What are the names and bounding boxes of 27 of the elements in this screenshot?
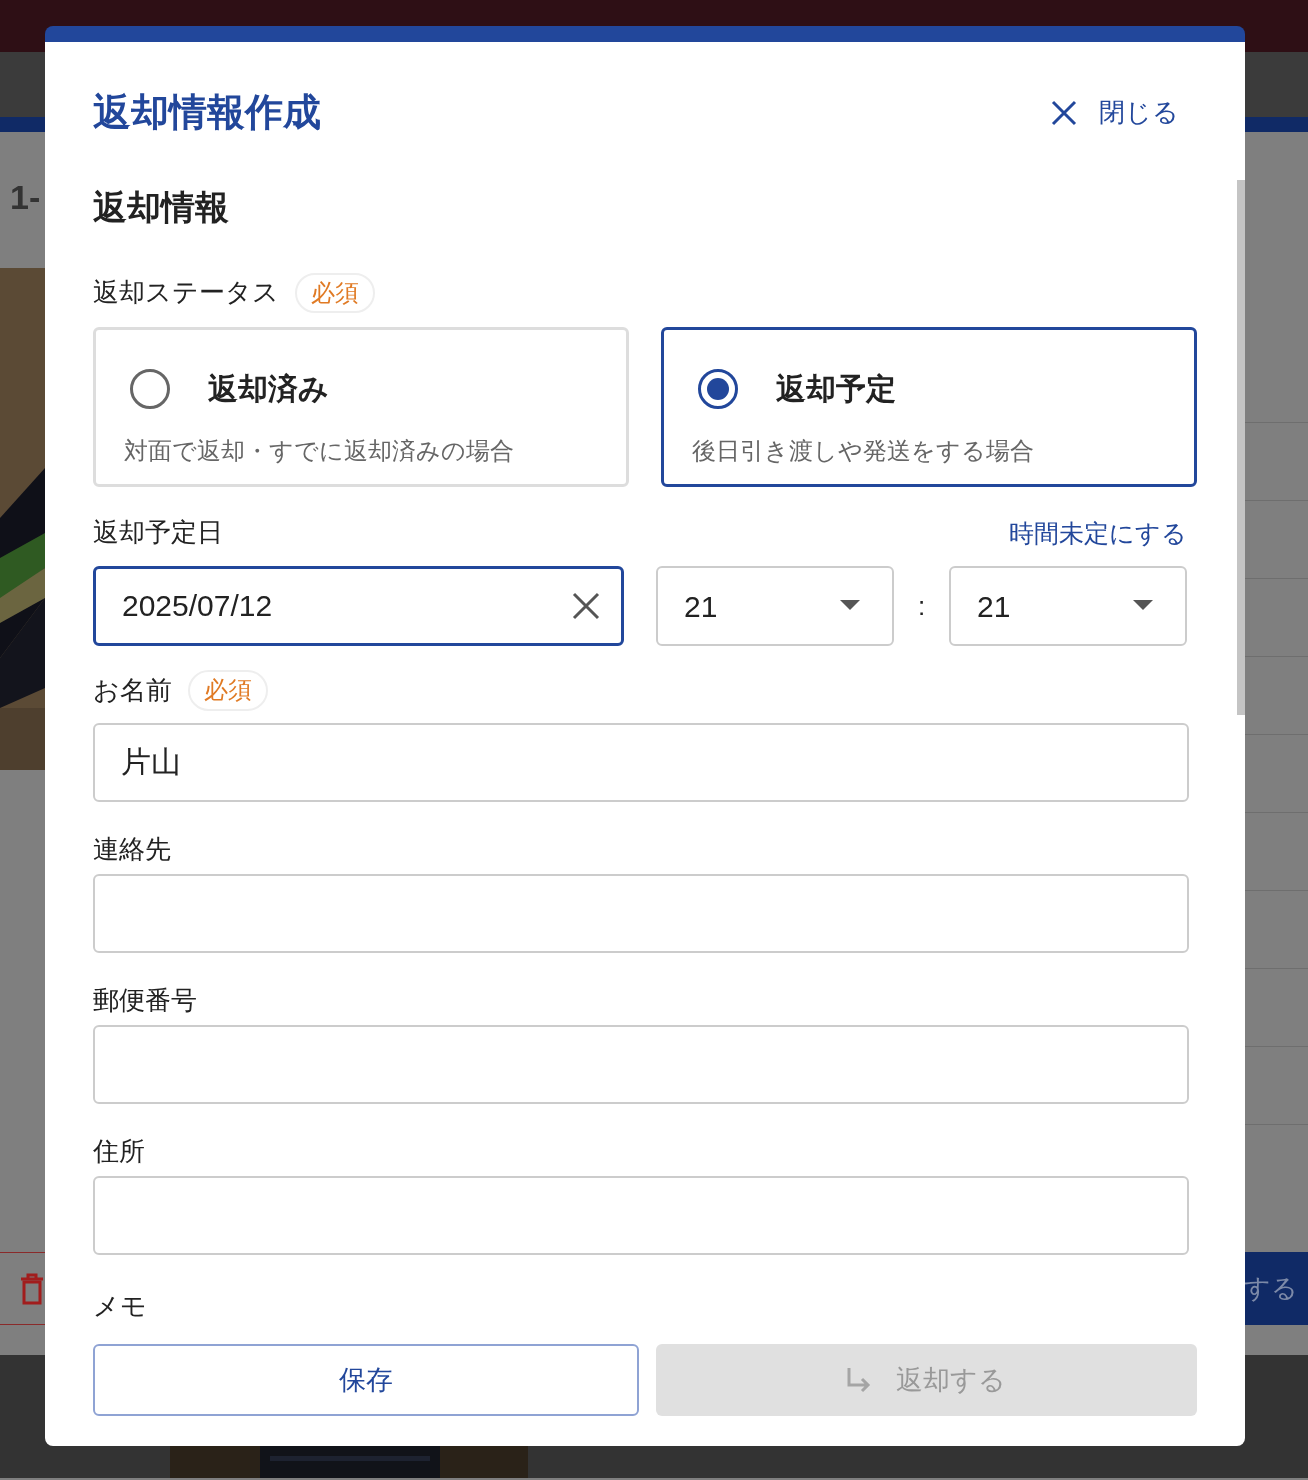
save-button[interactable]: 保存 (93, 1344, 639, 1417)
field-label: 連絡先 (93, 832, 171, 866)
required-tag: 必須 (295, 272, 375, 314)
field-label: 住所 (93, 1134, 145, 1168)
time-undecided-link[interactable]: 時間未定にする (1009, 514, 1187, 553)
action-button[interactable]: する (1245, 1252, 1308, 1325)
dialog-title: 返却情報作成 (93, 90, 321, 135)
required-tag: 必須 (188, 670, 268, 712)
text-field[interactable]: 片山 (93, 723, 1189, 803)
hour-select[interactable]: 21 (656, 566, 894, 647)
section-heading: 返却情報 (93, 186, 230, 228)
close-button[interactable]: 閉じる (1051, 93, 1197, 133)
field-label: メモ (93, 1290, 148, 1318)
time-separator: : (916, 589, 927, 623)
option-title: 返却済み (208, 371, 329, 408)
option-description: 対面で返却・すでに返却済みの場合 (124, 436, 515, 467)
field-label: 返却ステータス (93, 276, 279, 310)
page-heading: 1- (9, 177, 42, 218)
field-label: 郵便番号 (93, 983, 197, 1017)
option-title: 返却予定 (776, 371, 896, 408)
field-label: 返却予定日 (93, 516, 223, 550)
radio-card[interactable]: 返却予定 後日引き渡しや発送をする場合 (661, 327, 1197, 488)
field-label: お名前 (93, 674, 172, 708)
minute-select[interactable]: 21 (949, 566, 1187, 647)
radio-card[interactable]: 返却済み 対面で返却・すでに返却済みの場合 (93, 327, 629, 488)
option-description: 後日引き渡しや発送をする場合 (692, 436, 1035, 467)
date-field[interactable]: 2025/07/12 (93, 566, 624, 647)
